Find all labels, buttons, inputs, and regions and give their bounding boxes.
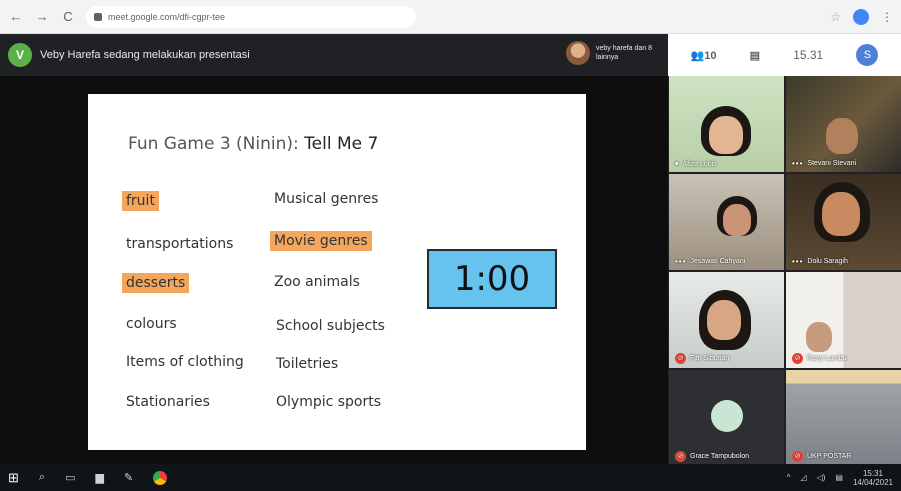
slide-title-prefix: Fun Game 3 (Ninin): [128,134,305,154]
more-icon: ••• [792,159,804,168]
mic-off-icon: ⊘ [792,353,803,364]
participant-tile[interactable]: ⊘ Fitri Siburian [669,272,784,368]
taskbar-time: 15:31 [862,468,883,478]
people-count: 10 [704,49,717,62]
windows-icon[interactable]: ⊞ [8,470,19,486]
participant-label: ••• Stevani Stevani [792,159,857,168]
user-avatar[interactable]: S [856,44,879,66]
participant-video [669,174,784,270]
profile-icon[interactable] [853,8,869,25]
slide-item-stationaries: Stationaries [126,394,210,410]
kebab-icon[interactable]: ⋮ [881,10,893,24]
volume-icon[interactable]: ◁) [817,473,826,482]
participant-tile[interactable]: ••• Stevani Stevani [786,76,901,172]
participant-label: ⦁ Afiza Lubis [675,160,717,168]
presenter-chip-label: veby harefa dan 8 lainnya [596,45,653,61]
participant-tile[interactable]: ••• Jesawati Cahyani [669,174,784,270]
participant-label: ⊘ UKP POSTAR [792,451,851,462]
participant-label: ⊘ Rany Lumbu [792,353,847,364]
participant-tile[interactable]: ⊘ Grace Tampubolon [669,370,784,466]
participant-tile[interactable]: ⊘ Rany Lumbu [786,272,901,368]
participant-avatar [711,400,743,432]
mic-off-icon: ⊘ [675,353,686,364]
chrome-icon[interactable] [153,470,168,485]
countdown-timer: 1:00 [427,249,557,309]
url-text: meet.google.com/dfi-cgpr-tee [108,11,226,22]
participant-label: ••• Dolu Saragih [792,257,848,266]
file-explorer-icon[interactable]: ▆ [95,471,103,484]
network-icon[interactable]: ◿ [800,473,806,482]
people-icon[interactable]: 👥10 [691,49,717,62]
participant-tile[interactable]: ••• Dolu Saragih [786,174,901,270]
reload-icon[interactable]: C [60,9,76,25]
meet-toolbar: 👥10 ▤ 15.31 S [668,34,901,76]
slide-item-school-subjects: School subjects [276,318,385,334]
browser-actions: ☆ ⋮ [830,8,893,25]
presenter-thumbnail [566,41,590,65]
slide-title-bold: Tell Me 7 [304,134,379,154]
back-icon[interactable]: ← [8,9,24,25]
participant-tile[interactable]: ⊘ UKP POSTAR [786,370,901,466]
lock-icon [94,12,102,21]
taskbar-date: 14/04/2021 [852,477,893,487]
slide-item-colours: colours [126,316,177,332]
more-icon: ••• [792,257,804,266]
chevron-up-icon[interactable]: ^ [787,473,791,482]
participant-label: ••• Jesawati Cahyani [675,257,746,266]
notification-icon[interactable]: ▤ [835,473,843,482]
more-icon: ••• [675,257,687,266]
task-view-icon[interactable]: ▭ [65,471,75,484]
windows-taskbar: ⊞ ⌕ ▭ ▆ ✎ ^ ◿ ◁) ▤ 15:31 14/04/2021 [0,464,901,491]
slide-item-zoo-animals: Zoo animals [274,274,360,290]
search-icon[interactable]: ⌕ [39,471,45,484]
slide-item-clothing: Items of clothing [126,354,244,370]
mic-off-icon: ⊘ [792,451,803,462]
presentation-banner-text: Veby Harefa sedang melakukan presentasi [40,49,250,61]
presenter-avatar: V [8,43,32,67]
participant-label: ⊘ Grace Tampubolon [675,451,749,462]
mic-off-icon: ⊘ [675,451,686,462]
slide-item-toiletries: Toiletries [276,356,339,372]
participant-video [786,76,901,172]
star-icon[interactable]: ☆ [830,10,841,24]
app-icon[interactable]: ✎ [124,471,133,484]
slide-item-olympic-sports: Olympic sports [276,394,382,410]
slide-item-movie-genres: Movie genres [270,231,372,251]
participant-label: ⊘ Fitri Siburian [675,353,729,364]
slide-item-desserts: desserts [122,273,190,293]
browser-toolbar: ← → C meet.google.com/dfi-cgpr-tee ☆ ⋮ [0,0,901,34]
slide-title: Fun Game 3 (Ninin): Tell Me 7 [128,134,378,154]
participant-grid: ⦁ Afiza Lubis ••• Stevani Stevani ••• Jesaw… [668,76,901,466]
presenter-chip[interactable]: veby harefa dan 8 lainnya [566,41,662,65]
slide-item-fruit: fruit [122,191,159,211]
participant-video [669,76,784,172]
system-tray: ^ ◿ ◁) ▤ 15:31 14/04/2021 [787,469,893,487]
chat-icon[interactable]: ▤ [750,49,760,62]
participant-tile[interactable]: ⦁ Afiza Lubis [669,76,784,172]
participant-video [786,174,901,270]
address-bar[interactable]: meet.google.com/dfi-cgpr-tee [86,5,416,28]
slide: Fun Game 3 (Ninin): Tell Me 7 fruit tran… [88,94,586,450]
slide-item-musical-genres: Musical genres [274,191,379,207]
slide-item-transportations: transportations [126,236,234,252]
speaking-icon: ⦁ [675,160,679,167]
meeting-clock: 15.31 [793,48,824,62]
presentation-stage: Fun Game 3 (Ninin): Tell Me 7 fruit tran… [0,76,668,464]
taskbar-clock[interactable]: 15:31 14/04/2021 [853,469,893,487]
forward-icon[interactable]: → [34,9,50,25]
